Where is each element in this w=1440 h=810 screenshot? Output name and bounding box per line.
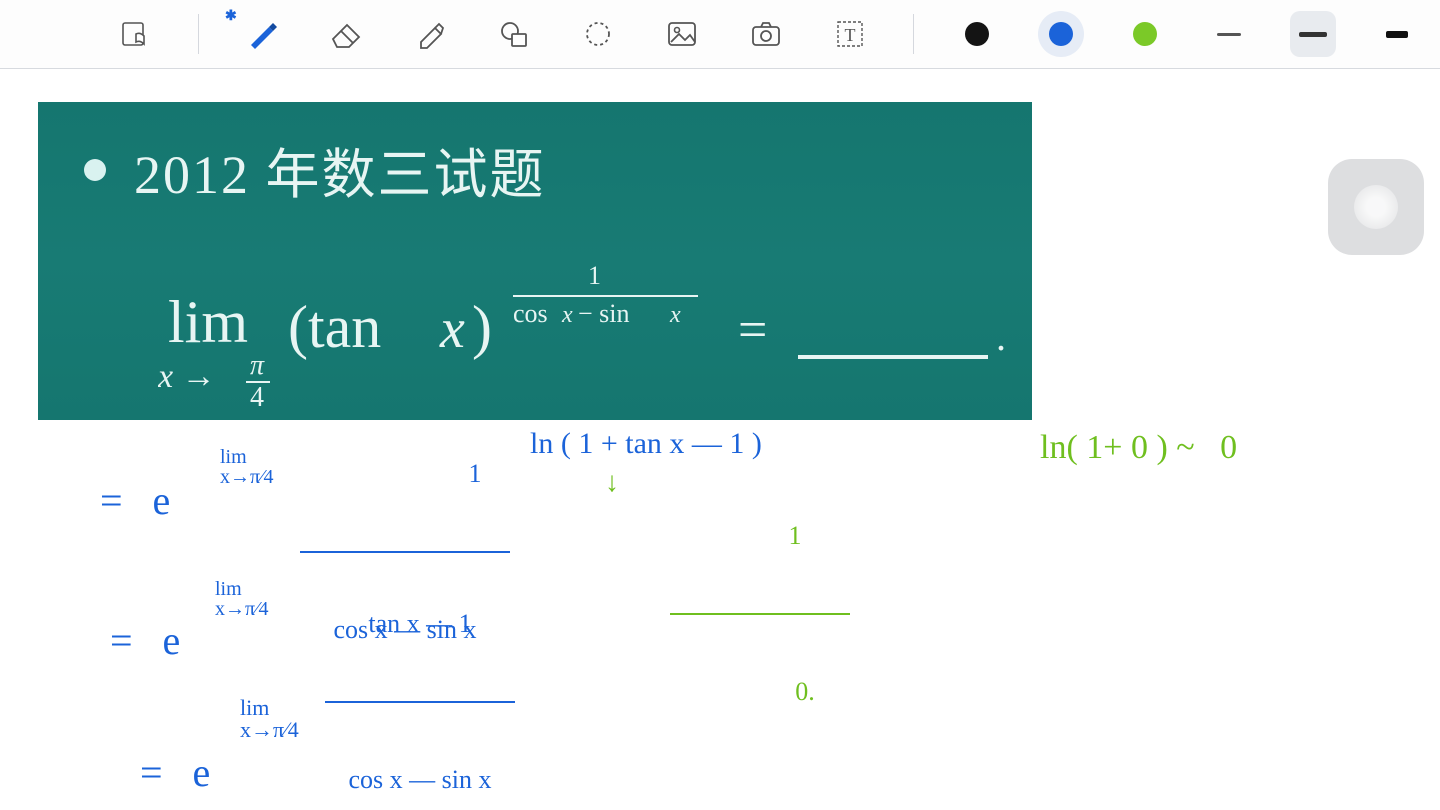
hw-eq2-lim: lim x→π⁄4 [215, 579, 268, 619]
hw-eq2-frac-den: cos x — sin x [325, 765, 515, 795]
chalkboard-formula: lim x → π 4 (tan x ) 1 cos x − sin x = . [158, 262, 1008, 417]
color-swatch-blue [1049, 22, 1073, 46]
svg-text:T: T [845, 25, 856, 45]
hw-eq1-lim: lim x→π⁄4 [220, 447, 273, 487]
svg-text:(tan: (tan [288, 294, 381, 360]
color-black-button[interactable] [954, 11, 1000, 57]
hw-eq2-frac: tan x — 1 cos x — sin x [325, 549, 515, 810]
color-blue-button[interactable] [1038, 11, 1084, 57]
text-tool-button[interactable]: T [827, 11, 873, 57]
shapes-tool-button[interactable] [491, 11, 537, 57]
page-tool-button[interactable] [112, 11, 158, 57]
svg-text:x: x [439, 298, 465, 360]
chalkboard-title: 2012 年数三试题 [134, 130, 546, 209]
svg-text:x →: x → [158, 358, 216, 395]
hw-eq2-frac-num: tan x — 1 [325, 609, 515, 639]
color-swatch-black [965, 22, 989, 46]
svg-text:lim: lim [168, 289, 248, 355]
svg-text:x: x [669, 302, 681, 328]
assistive-touch-icon [1354, 185, 1398, 229]
hw-eq1-frac-num: 1 [300, 459, 510, 489]
hw-eq3-lim: lim x→π⁄4 [240, 697, 299, 741]
image-tool-button[interactable] [659, 11, 705, 57]
pen-tool-button[interactable]: ✱ [239, 11, 285, 57]
camera-tool-button[interactable] [743, 11, 789, 57]
eraser-tool-button[interactable] [323, 11, 369, 57]
lasso-tool-button[interactable] [575, 11, 621, 57]
tool-group-left: ✱ T [112, 11, 1420, 57]
stroke-medium-icon [1299, 32, 1327, 37]
toolbar: ✱ T [0, 0, 1440, 69]
svg-text:π: π [250, 350, 265, 381]
svg-text:x: x [561, 302, 573, 328]
svg-text:): ) [472, 294, 492, 360]
separator [198, 14, 199, 54]
bullet-icon [84, 159, 106, 181]
stroke-medium-button[interactable] [1290, 11, 1336, 57]
highlighter-tool-button[interactable] [407, 11, 453, 57]
svg-text:− sin: − sin [578, 299, 630, 328]
svg-text:1: 1 [588, 262, 601, 290]
bluetooth-icon: ✱ [225, 7, 237, 24]
stroke-thick-button[interactable] [1374, 11, 1420, 57]
color-green-button[interactable] [1122, 11, 1168, 57]
assistive-touch-button[interactable] [1328, 159, 1424, 255]
svg-text:cos: cos [513, 299, 548, 328]
svg-text:=: = [738, 302, 767, 359]
hw-green-frac-num: 1 [670, 521, 850, 551]
hw-eq3-equals-e: = e [140, 749, 210, 796]
canvas[interactable]: 2012 年数三试题 lim x → π 4 (tan x ) 1 cos x … [0, 69, 1440, 810]
hw-green-arrow: ↓ [605, 467, 619, 499]
color-swatch-green [1133, 22, 1157, 46]
hw-eq1-ln: ln ( 1 + tan x — 1 ) [530, 427, 762, 461]
svg-text:4: 4 [250, 382, 264, 412]
hw-eq2-equals-e: = e [110, 617, 180, 664]
stroke-thin-icon [1217, 33, 1241, 36]
stroke-thin-button[interactable] [1206, 11, 1252, 57]
separator [913, 14, 914, 54]
stroke-thick-icon [1386, 31, 1408, 38]
chalkboard-image: 2012 年数三试题 lim x → π 4 (tan x ) 1 cos x … [38, 102, 1032, 420]
svg-text:.: . [996, 314, 1006, 359]
hw-green-frac: 1 0. [670, 461, 850, 767]
hw-eq1-equals-e: = e [100, 477, 170, 524]
hw-green-frac-den: 0. [670, 677, 850, 707]
hw-green-note: ln( 1+ 0 ) ~ 0 [1040, 429, 1237, 467]
